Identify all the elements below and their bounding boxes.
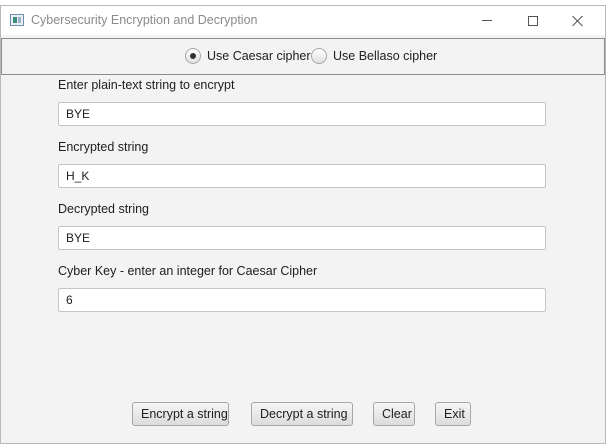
radio-bellaso-cipher[interactable]: Use Bellaso cipher bbox=[311, 48, 437, 64]
maximize-button[interactable] bbox=[511, 8, 555, 33]
plain-text-label: Enter plain-text string to encrypt bbox=[58, 78, 235, 92]
decrypted-input[interactable] bbox=[58, 226, 546, 250]
minimize-button[interactable] bbox=[465, 8, 509, 33]
plain-text-input[interactable] bbox=[58, 102, 546, 126]
exit-button[interactable]: Exit bbox=[435, 402, 471, 426]
encrypted-label: Encrypted string bbox=[58, 140, 149, 154]
encrypt-button[interactable]: Encrypt a string bbox=[132, 402, 229, 426]
cyber-key-input[interactable] bbox=[58, 288, 546, 312]
title-bar: Cybersecurity Encryption and Decryption bbox=[1, 6, 605, 35]
radio-caesar-cipher[interactable]: Use Caesar cipher bbox=[185, 48, 311, 64]
decrypted-label: Decrypted string bbox=[58, 202, 150, 216]
encrypted-input[interactable] bbox=[58, 164, 546, 188]
window-title: Cybersecurity Encryption and Decryption bbox=[31, 13, 258, 27]
radio-selected-icon bbox=[185, 48, 201, 64]
decrypt-button[interactable]: Decrypt a string bbox=[251, 402, 353, 426]
radio-caesar-label: Use Caesar cipher bbox=[207, 49, 311, 63]
radio-unselected-icon bbox=[311, 48, 327, 64]
cipher-selector: Use Caesar cipher Use Bellaso cipher bbox=[1, 38, 605, 75]
cyber-key-label: Cyber Key - enter an integer for Caesar … bbox=[58, 264, 318, 278]
close-button[interactable] bbox=[556, 8, 600, 33]
minimize-icon bbox=[482, 20, 492, 21]
radio-bellaso-label: Use Bellaso cipher bbox=[333, 49, 438, 63]
maximize-icon bbox=[528, 15, 538, 26]
app-window: Cybersecurity Encryption and Decryption … bbox=[0, 5, 606, 444]
app-icon bbox=[10, 14, 24, 26]
close-icon bbox=[572, 15, 584, 27]
clear-button[interactable]: Clear bbox=[373, 402, 415, 426]
